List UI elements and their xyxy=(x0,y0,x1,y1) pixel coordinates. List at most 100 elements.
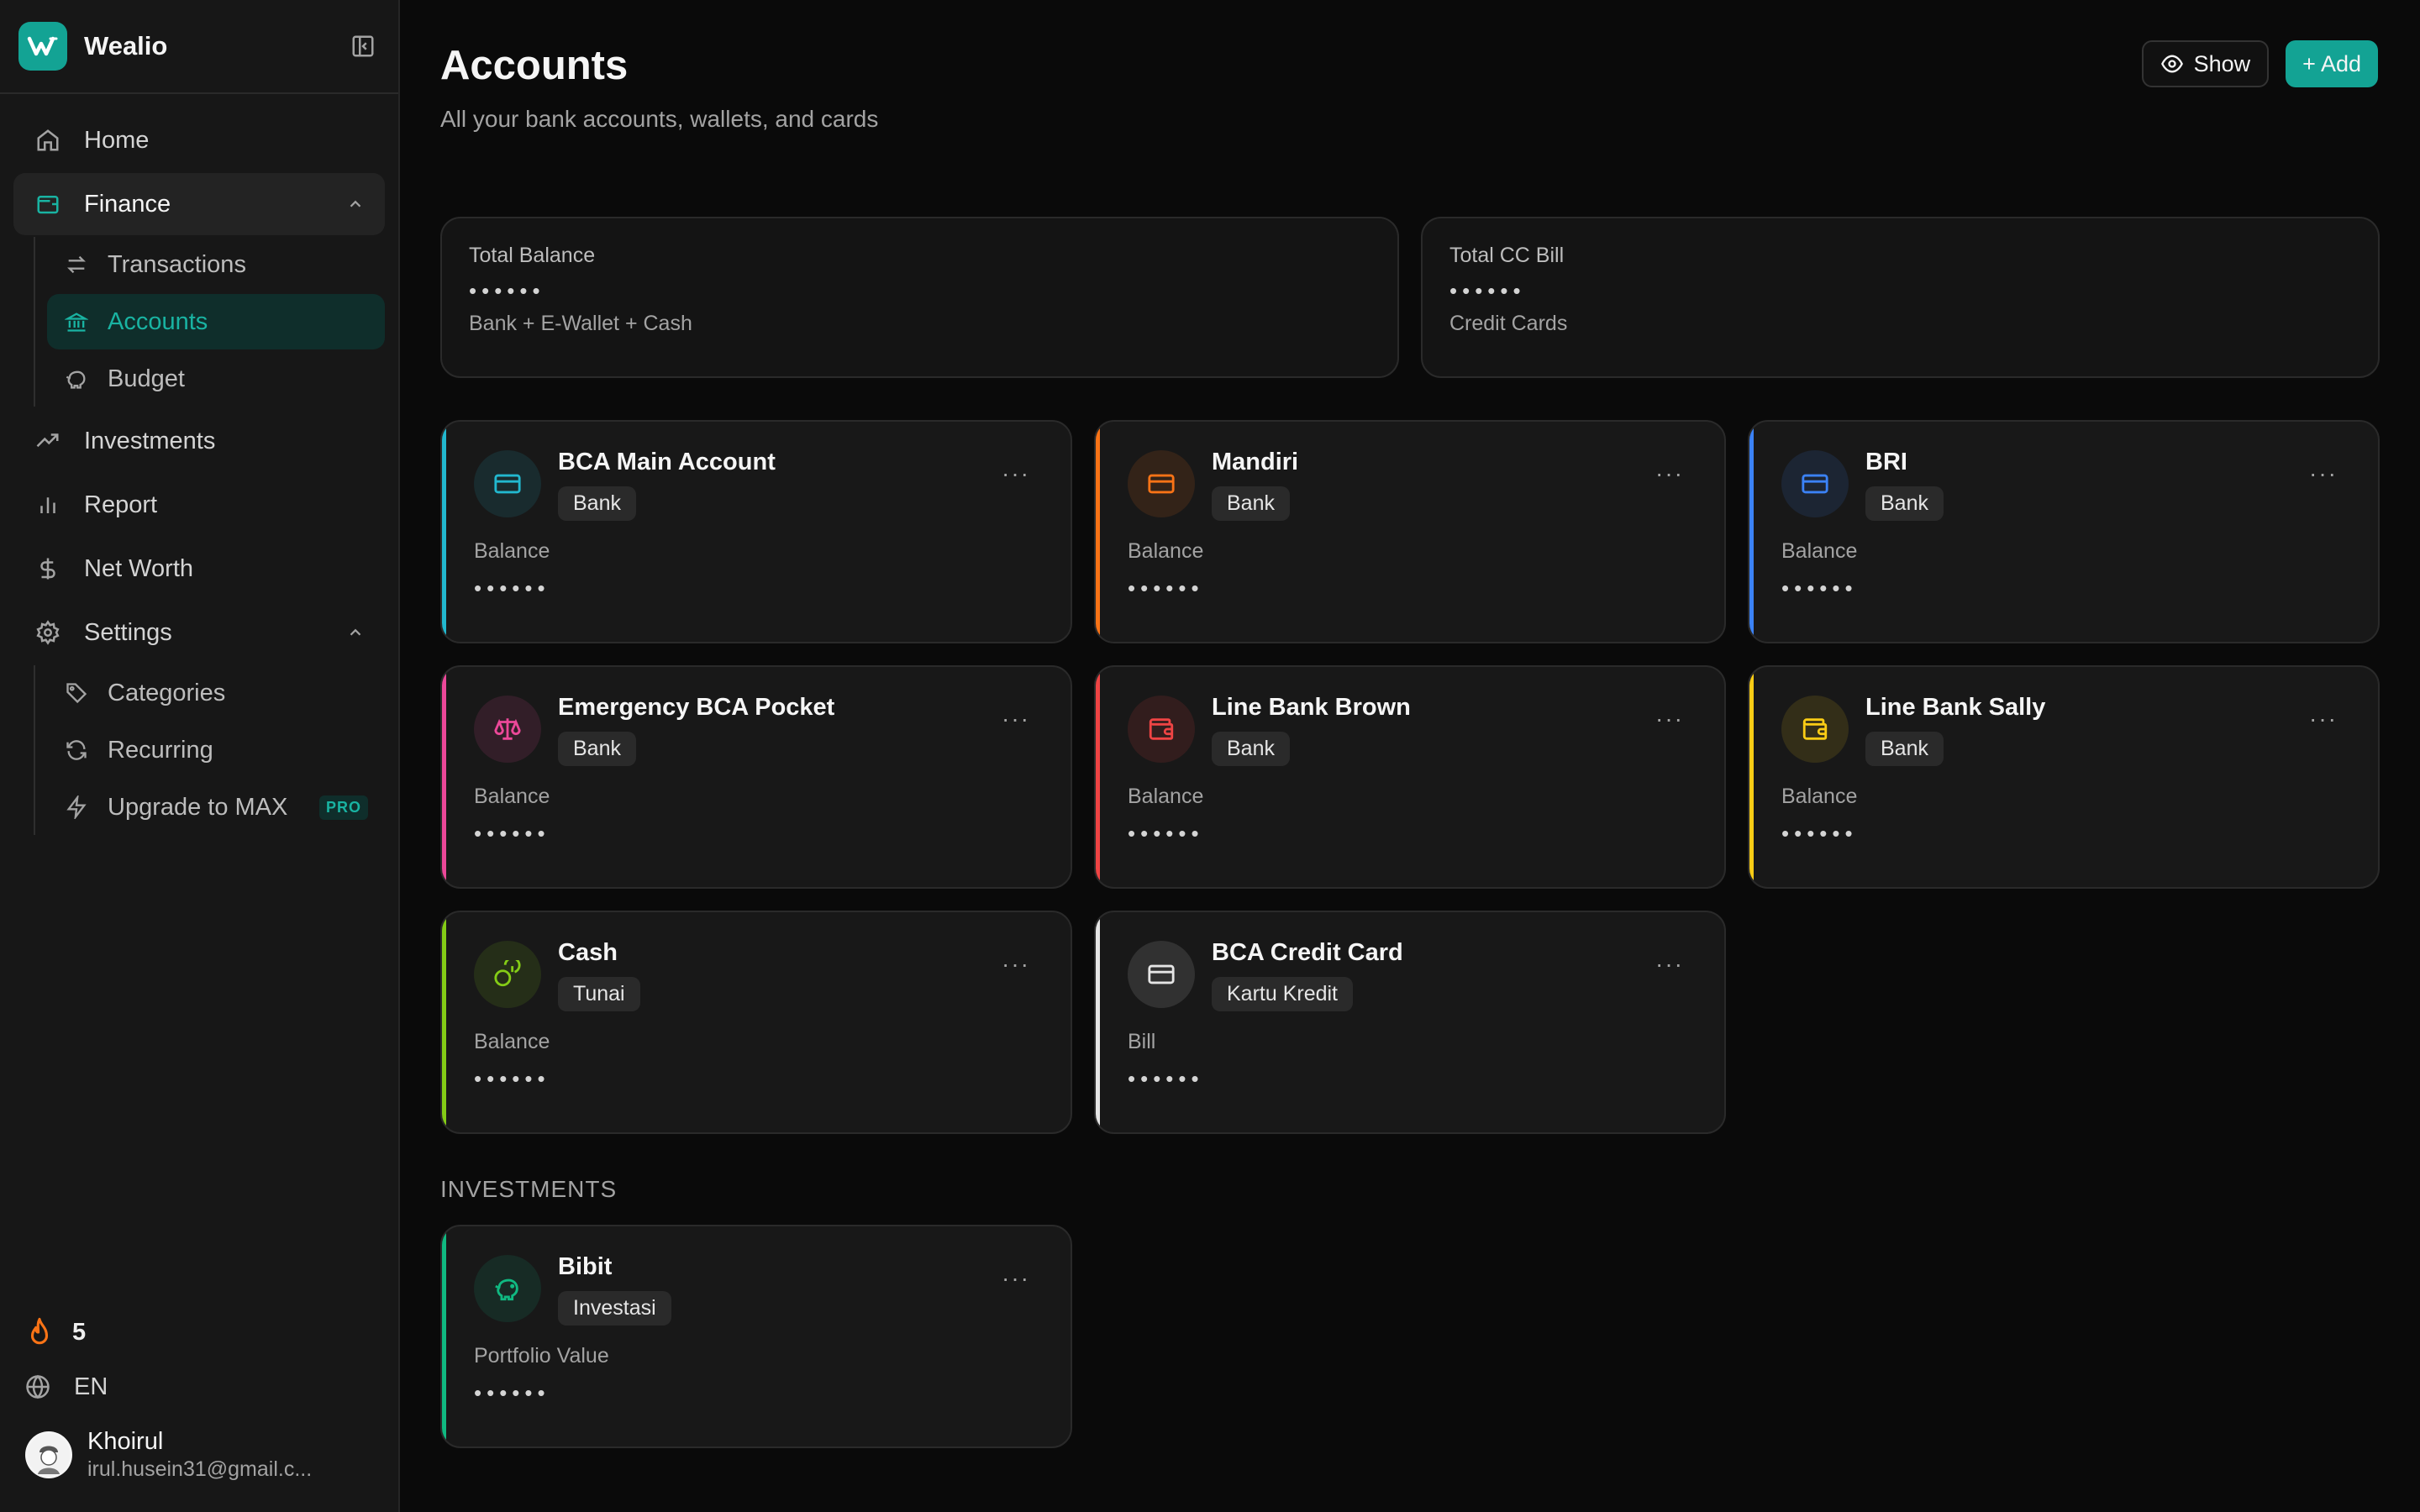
sidebar-item-categories[interactable]: Categories xyxy=(47,665,385,721)
more-options-icon[interactable]: ··· xyxy=(1002,951,1030,978)
account-card[interactable]: BCA Credit Card Kartu Kredit ··· Bill ••… xyxy=(1094,911,1726,1134)
account-card[interactable]: BRI Bank ··· Balance •••••• xyxy=(1748,420,2380,643)
globe-icon xyxy=(25,1374,59,1399)
account-value-label: Portfolio Value xyxy=(474,1344,609,1368)
account-value-label: Balance xyxy=(474,539,550,563)
language-switcher[interactable]: EN xyxy=(25,1357,376,1416)
sidebar-item-label: Recurring xyxy=(108,736,213,764)
accounts-grid: BCA Main Account Bank ··· Balance ••••••… xyxy=(440,420,2380,1134)
main-content: Accounts All your bank accounts, wallets… xyxy=(400,0,2420,1512)
more-options-icon[interactable]: ··· xyxy=(1002,460,1030,487)
account-accent-bar xyxy=(442,1226,446,1446)
account-value-label: Balance xyxy=(1128,539,1204,563)
more-options-icon[interactable]: ··· xyxy=(2309,706,2338,732)
logo-icon xyxy=(18,22,67,71)
page-actions: Show + Add xyxy=(2141,40,2378,87)
user-profile[interactable]: Khoirul irul.husein31@gmail.c... xyxy=(25,1428,376,1482)
more-options-icon[interactable]: ··· xyxy=(1655,951,1684,978)
show-label: Show xyxy=(2193,50,2251,76)
sidebar-item-label: Accounts xyxy=(108,307,208,335)
card-icon xyxy=(1128,450,1195,517)
refresh-icon xyxy=(64,738,89,763)
more-options-icon[interactable]: ··· xyxy=(1655,460,1684,487)
collapse-sidebar-icon[interactable] xyxy=(346,29,380,63)
sidebar: Wealio Home Finance Transactions Account… xyxy=(0,0,400,1512)
sidebar-item-budget[interactable]: Budget xyxy=(47,351,385,407)
add-account-button[interactable]: + Add xyxy=(2286,40,2378,87)
gear-icon xyxy=(34,618,62,647)
sidebar-item-net-worth[interactable]: Net Worth xyxy=(13,538,385,600)
brand-header: Wealio xyxy=(0,0,398,94)
account-card[interactable]: Mandiri Bank ··· Balance •••••• xyxy=(1094,420,1726,643)
bank-icon xyxy=(64,309,89,334)
more-options-icon[interactable]: ··· xyxy=(2309,460,2338,487)
account-value: •••••• xyxy=(474,1066,550,1091)
lightning-icon xyxy=(64,795,89,820)
sidebar-item-home[interactable]: Home xyxy=(13,109,385,171)
total-balance-label: Total Balance xyxy=(469,244,596,267)
total-balance-note: Bank + E-Wallet + Cash xyxy=(469,312,692,335)
account-card[interactable]: BCA Main Account Bank ··· Balance •••••• xyxy=(440,420,1072,643)
sidebar-item-settings[interactable]: Settings xyxy=(13,601,385,664)
account-card[interactable]: Cash Tunai ··· Balance •••••• xyxy=(440,911,1072,1134)
show-balance-button[interactable]: Show xyxy=(2141,40,2270,87)
account-card[interactable]: Bibit Investasi ··· Portfolio Value ••••… xyxy=(440,1225,1072,1448)
account-value: •••••• xyxy=(474,575,550,601)
more-options-icon[interactable]: ··· xyxy=(1655,706,1684,732)
avatar xyxy=(25,1431,72,1478)
account-name: Emergency BCA Pocket xyxy=(558,694,835,721)
account-name: Line Bank Brown xyxy=(1212,694,1411,721)
sidebar-item-accounts[interactable]: Accounts xyxy=(47,294,385,349)
flame-icon xyxy=(25,1316,59,1348)
more-options-icon[interactable]: ··· xyxy=(1002,1265,1030,1292)
total-balance-value: •••••• xyxy=(469,278,545,303)
sidebar-item-upgrade[interactable]: Upgrade to MAX PRO xyxy=(47,780,385,835)
account-accent-bar xyxy=(1749,422,1754,642)
account-name: BCA Credit Card xyxy=(1212,939,1403,966)
sidebar-item-investments[interactable]: Investments xyxy=(13,410,385,472)
account-value-label: Balance xyxy=(474,785,550,808)
streak-counter[interactable]: 5 xyxy=(25,1307,376,1357)
account-value: •••••• xyxy=(1128,1066,1204,1091)
page-title: Accounts xyxy=(440,43,629,88)
account-card[interactable]: Line Bank Sally Bank ··· Balance •••••• xyxy=(1748,665,2380,889)
account-name: BCA Main Account xyxy=(558,449,776,475)
sidebar-item-label: Categories xyxy=(108,679,226,706)
account-name: Mandiri xyxy=(1212,449,1299,475)
sidebar-footer: 5 EN Khoirul irul.husein31@gmail.c... xyxy=(0,1307,402,1512)
sidebar-item-report[interactable]: Report xyxy=(13,474,385,536)
streak-count: 5 xyxy=(72,1318,87,1346)
account-value-label: Balance xyxy=(1781,785,1858,808)
sidebar-item-transactions[interactable]: Transactions xyxy=(47,237,385,292)
account-card[interactable]: Emergency BCA Pocket Bank ··· Balance ••… xyxy=(440,665,1072,889)
sidebar-item-recurring[interactable]: Recurring xyxy=(47,722,385,778)
sidebar-item-label: Investments xyxy=(84,427,216,454)
sidebar-item-label: Home xyxy=(84,126,150,154)
page-subtitle: All your bank accounts, wallets, and car… xyxy=(440,106,879,132)
account-accent-bar xyxy=(442,667,446,887)
settings-submenu: Categories Recurring Upgrade to MAX PRO xyxy=(34,665,385,835)
sidebar-item-label: Settings xyxy=(84,618,172,646)
total-cc-label: Total CC Bill xyxy=(1449,244,1565,267)
brand-name: Wealio xyxy=(84,31,168,60)
sidebar-item-label: Transactions xyxy=(108,250,246,278)
account-accent-bar xyxy=(1096,912,1100,1132)
home-icon xyxy=(34,126,62,155)
sidebar-item-label: Finance xyxy=(84,190,171,218)
account-card[interactable]: Line Bank Brown Bank ··· Balance •••••• xyxy=(1094,665,1726,889)
app-root: Wealio Home Finance Transactions Account… xyxy=(0,0,2420,1512)
sidebar-item-finance[interactable]: Finance xyxy=(13,173,385,235)
account-value: •••••• xyxy=(474,821,550,846)
user-email: irul.husein31@gmail.c... xyxy=(87,1457,313,1481)
tag-icon xyxy=(64,680,89,706)
account-type-badge: Bank xyxy=(1212,732,1290,766)
piggy-bank-icon xyxy=(474,1255,541,1322)
account-value: •••••• xyxy=(1781,821,1858,846)
investments-section-title: INVESTMENTS xyxy=(440,1176,618,1202)
coins-icon xyxy=(474,941,541,1008)
account-value-label: Balance xyxy=(474,1030,550,1053)
more-options-icon[interactable]: ··· xyxy=(1002,706,1030,732)
total-balance-card: Total Balance •••••• Bank + E-Wallet + C… xyxy=(440,217,1399,378)
account-value-label: Balance xyxy=(1781,539,1858,563)
card-icon xyxy=(1781,450,1849,517)
